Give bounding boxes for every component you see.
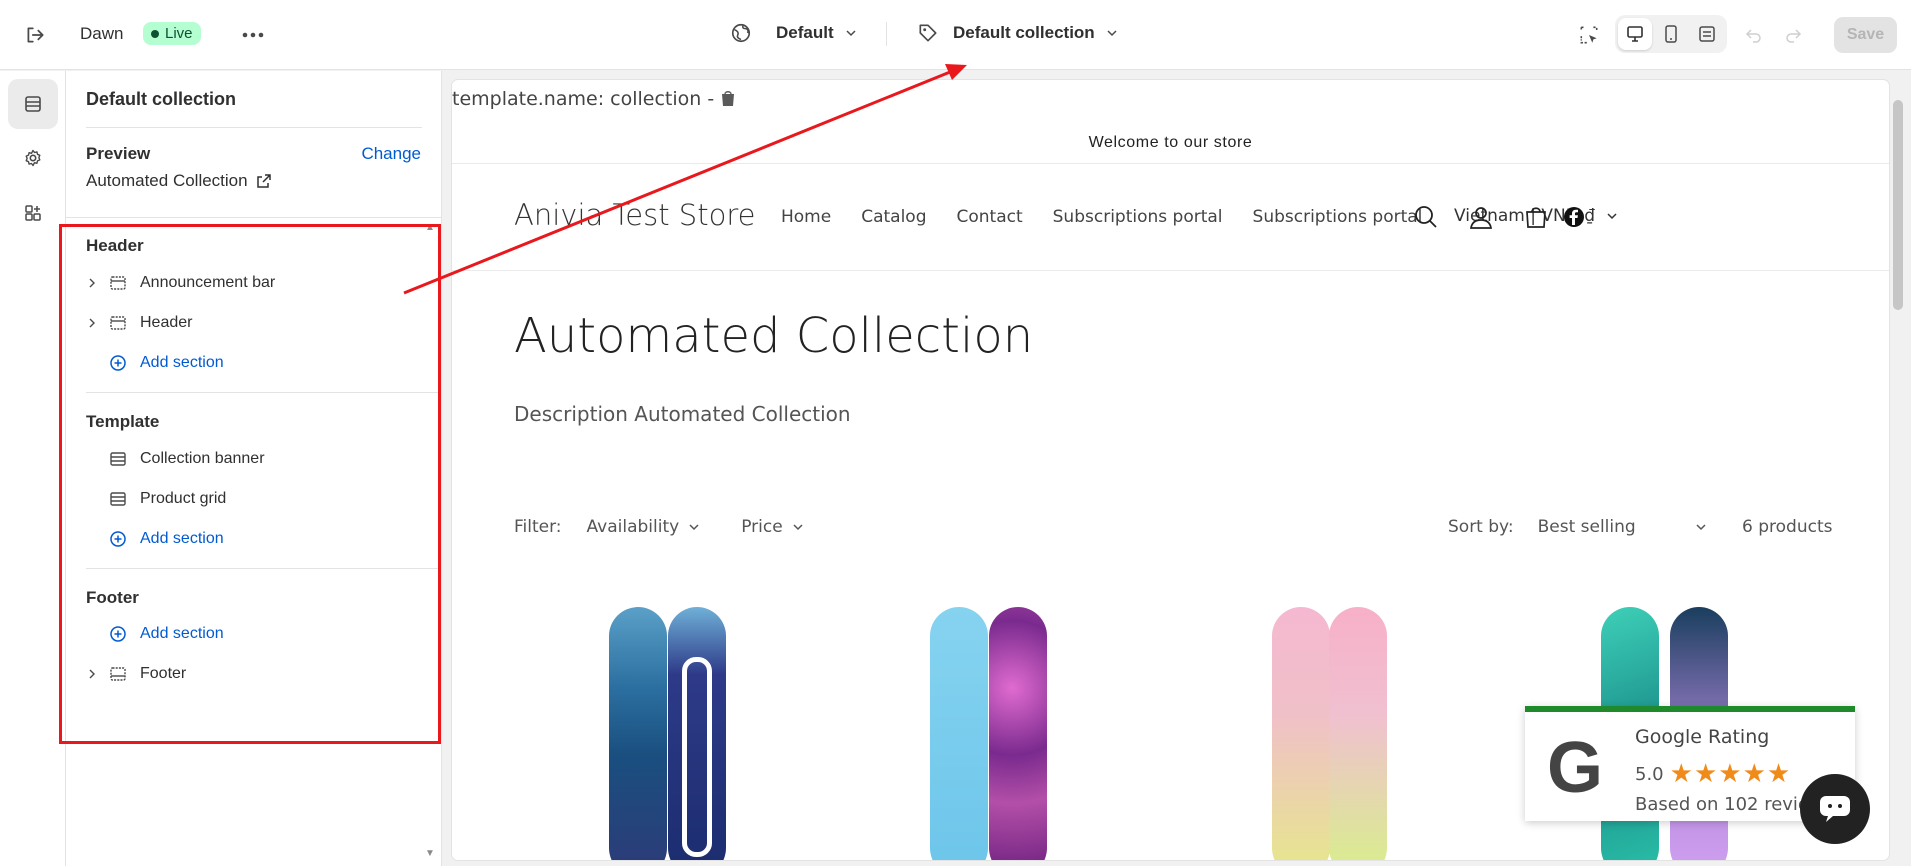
snowboard-image	[1272, 607, 1330, 860]
sort-bar: Sort by: Best selling	[1448, 517, 1708, 537]
preview-resource[interactable]: Automated Collection	[86, 171, 272, 191]
app-embeds-icon[interactable]	[8, 188, 58, 238]
preview-resource-label: Automated Collection	[86, 171, 248, 190]
announcement-bar: Welcome to our store	[452, 122, 1889, 164]
divider	[86, 127, 422, 128]
panel-title: Default collection	[86, 89, 237, 109]
filter-label: Filter:	[514, 517, 562, 537]
collection-description: Description Automated Collection	[514, 402, 851, 426]
filter-availability-label: Availability	[586, 517, 680, 537]
rating-title: Google Rating	[1635, 726, 1770, 748]
nav-link-contact[interactable]: Contact	[957, 207, 1023, 227]
main-nav: Home Catalog Contact Subscriptions porta…	[781, 207, 1452, 227]
inspector-icon[interactable]	[1571, 17, 1607, 53]
nav-link-home[interactable]: Home	[781, 207, 831, 227]
desktop-view-icon[interactable]	[1618, 18, 1652, 50]
rating-score-value: 5.0	[1635, 763, 1664, 785]
cart-icon[interactable]	[1519, 200, 1553, 234]
template-name-debug: template.name: collection -	[452, 88, 736, 112]
collection-title: Automated Collection	[514, 308, 1034, 364]
page-select-label: Default collection	[953, 23, 1095, 42]
store-logo-text[interactable]: Anivia Test Store	[514, 198, 755, 232]
live-badge: Live	[143, 22, 201, 45]
snowboard-image	[1329, 607, 1387, 860]
chevron-down-icon	[1696, 524, 1706, 531]
exit-icon[interactable]	[17, 17, 53, 53]
snowboard-image	[609, 607, 667, 860]
undo-icon[interactable]	[1736, 17, 1772, 53]
live-dot-icon	[151, 29, 159, 38]
mobile-view-icon[interactable]	[1654, 18, 1688, 50]
editor-topbar: Dawn Live Default Default collection Sav…	[0, 0, 1911, 70]
nav-link-subscriptions-portal[interactable]: Subscriptions portal	[1053, 207, 1223, 227]
star-rating-icon: ★★★★★	[1669, 759, 1792, 789]
snowboard-image	[668, 607, 726, 860]
theme-name: Dawn	[80, 24, 124, 43]
account-icon[interactable]	[1464, 200, 1498, 234]
chevron-down-icon	[1107, 30, 1117, 37]
rating-review-count: Based on 102 revie	[1635, 794, 1810, 815]
sort-label: Sort by:	[1448, 517, 1514, 537]
search-icon[interactable]	[1409, 200, 1443, 234]
chevron-down-icon	[1607, 213, 1617, 220]
sort-select[interactable]: Best selling	[1538, 517, 1708, 537]
template-name-label: template.name: collection -	[452, 88, 715, 110]
filter-availability[interactable]: Availability	[587, 517, 702, 537]
divider	[66, 217, 442, 218]
save-button[interactable]: Save	[1834, 17, 1897, 53]
sections-icon[interactable]	[8, 79, 58, 129]
sort-select-label: Best selling	[1537, 517, 1636, 537]
rating-score: 5.0 ★★★★★	[1635, 759, 1791, 789]
panel-scroll-down-icon[interactable]: ▼	[425, 848, 435, 859]
globe-icon	[731, 23, 751, 43]
preview-label: Preview	[86, 144, 151, 163]
product-count: 6 products	[1742, 517, 1833, 537]
device-toggle-group	[1615, 15, 1727, 53]
page-select[interactable]: Default collection	[917, 22, 1119, 44]
chevron-down-icon	[793, 524, 803, 531]
topbar-divider	[886, 22, 887, 46]
annotation-highlight-box	[59, 224, 441, 744]
filter-price-label: Price	[741, 517, 783, 537]
tag-icon	[919, 24, 937, 42]
preview-scrollbar-thumb[interactable]	[1893, 100, 1903, 310]
change-link[interactable]: Change	[361, 144, 421, 164]
nav-link-subscriptions-portal[interactable]: Subscriptions portal	[1253, 207, 1423, 227]
more-actions-icon[interactable]	[235, 17, 271, 53]
external-link-icon	[256, 174, 271, 188]
live-badge-label: Live	[165, 25, 193, 42]
filter-bar: Filter: Availability Price	[514, 517, 805, 537]
header-divider	[452, 270, 1889, 271]
chat-bubble-icon[interactable]	[1800, 774, 1870, 844]
left-rail	[0, 71, 66, 866]
google-g-icon: G	[1547, 728, 1604, 808]
fullscreen-view-icon[interactable]	[1690, 18, 1724, 50]
theme-settings-gear-icon[interactable]	[8, 133, 58, 183]
storefront-preview: template.name: collection - Welcome to o…	[452, 80, 1889, 860]
redo-icon[interactable]	[1775, 17, 1811, 53]
snowboard-image	[930, 607, 988, 860]
template-select-label: Default	[776, 23, 834, 42]
filter-price[interactable]: Price	[741, 517, 804, 537]
chevron-down-icon	[689, 524, 699, 531]
shopify-bag-icon	[720, 89, 736, 112]
template-select[interactable]: Default	[730, 22, 858, 44]
nav-link-catalog[interactable]: Catalog	[861, 207, 926, 227]
facebook-icon[interactable]	[1557, 200, 1591, 234]
chevron-down-icon	[846, 30, 856, 37]
snowboard-image	[989, 607, 1047, 860]
